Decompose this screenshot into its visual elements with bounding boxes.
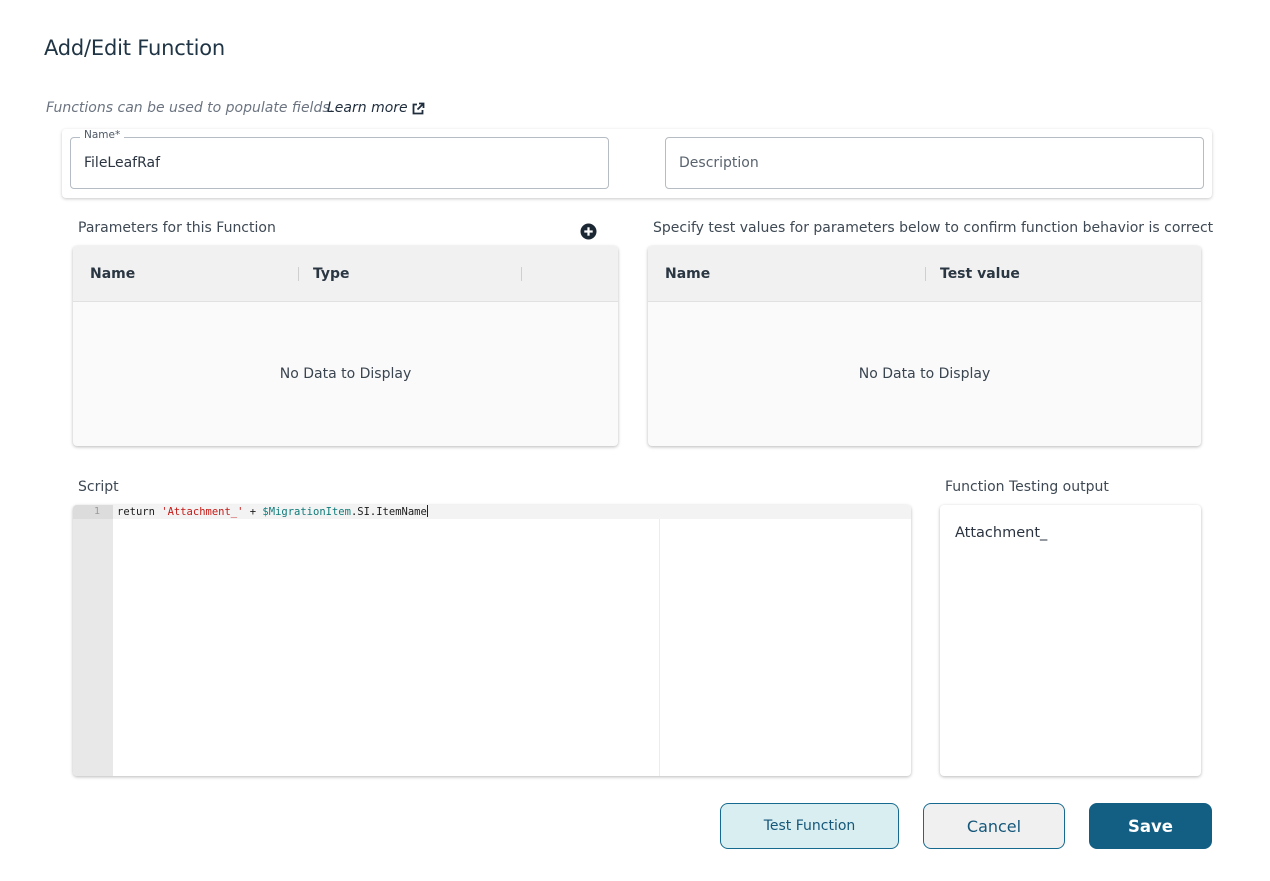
parameters-table-header: Name Type <box>73 246 618 302</box>
script-label: Script <box>78 479 119 495</box>
external-link-icon[interactable] <box>411 101 425 115</box>
editor-gutter <box>73 505 113 776</box>
output-label: Function Testing output <box>945 479 1109 495</box>
code-line[interactable]: return 'Attachment_' + $MigrationItem.SI… <box>117 505 428 519</box>
text-cursor <box>426 505 428 517</box>
test-values-table: Name Test value No Data to Display <box>648 246 1201 446</box>
name-field-value[interactable]: FileLeafRaf <box>84 155 160 171</box>
script-editor[interactable]: 1 return 'Attachment_' + $MigrationItem.… <box>73 505 911 776</box>
intro-text: Functions can be used to populate fields… <box>46 100 335 116</box>
code-string: 'Attachment_' <box>161 506 244 518</box>
code-operator: + <box>243 506 263 518</box>
plus-circle-icon[interactable] <box>580 223 597 240</box>
dialog-title: Add/Edit Function <box>44 36 225 60</box>
code-member: .SI.ItemName <box>350 506 427 518</box>
column-separator[interactable] <box>298 267 299 281</box>
cancel-button[interactable]: Cancel <box>923 803 1065 849</box>
column-header-name[interactable]: Name <box>90 266 135 282</box>
column-separator[interactable] <box>521 267 522 281</box>
function-output-panel: Attachment_ <box>940 505 1201 776</box>
line-number: 1 <box>93 506 100 517</box>
test-values-table-header: Name Test value <box>648 246 1201 302</box>
test-values-label: Specify test values for parameters below… <box>653 220 1214 236</box>
learn-more-link[interactable]: Learn more <box>327 100 408 116</box>
parameters-empty-message: No Data to Display <box>279 366 412 382</box>
code-keyword: return <box>117 506 162 518</box>
column-header-name[interactable]: Name <box>665 266 710 282</box>
description-placeholder[interactable]: Description <box>679 155 759 171</box>
parameters-table: Name Type No Data to Display <box>73 246 618 446</box>
print-margin <box>659 519 660 776</box>
name-field-label: Name* <box>80 129 125 141</box>
test-function-button[interactable]: Test Function <box>720 803 899 849</box>
save-button[interactable]: Save <box>1089 803 1212 849</box>
column-separator[interactable] <box>925 267 926 281</box>
column-header-test-value[interactable]: Test value <box>940 266 1020 282</box>
test-values-empty-message: No Data to Display <box>858 366 991 382</box>
column-header-type[interactable]: Type <box>313 266 350 282</box>
parameters-label: Parameters for this Function <box>78 220 276 236</box>
code-variable: $MigrationItem <box>262 506 351 518</box>
output-text: Attachment_ <box>955 525 1048 541</box>
